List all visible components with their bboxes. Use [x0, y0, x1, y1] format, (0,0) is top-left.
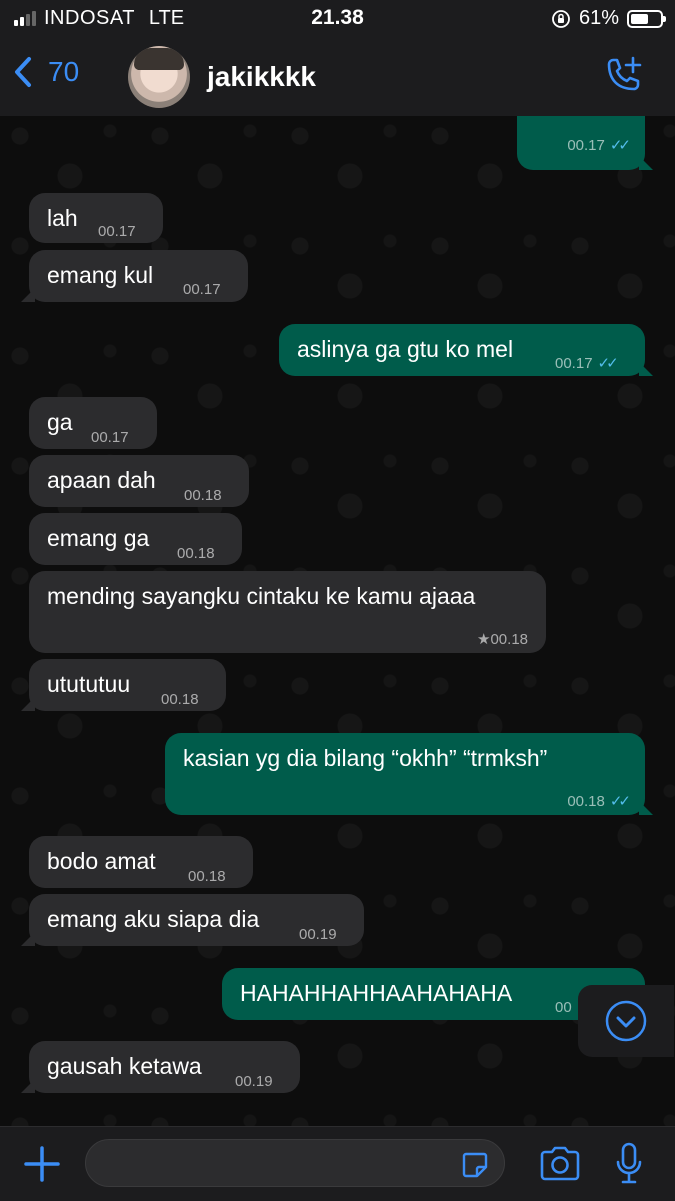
message-bubble-incoming[interactable]: mending sayangku cintaku ke kamu ajaaa ★… [29, 571, 546, 653]
message-text: bodo amat [47, 848, 156, 874]
message-time: 00 [555, 999, 572, 1016]
message-time: 00.17 ✓✓ [555, 355, 619, 372]
message-text: emang kul [47, 262, 154, 288]
message-text: utututuu [47, 671, 131, 697]
battery-percent: 61% [578, 7, 619, 29]
message-time: 00.18 [177, 545, 215, 562]
scroll-down-icon [605, 1000, 647, 1042]
message-text: aslinya ga gtu ko mel [297, 336, 514, 362]
message-bubble-incoming[interactable]: emang ga 00.18 [29, 513, 242, 565]
unread-count: 70 [48, 56, 80, 87]
message-time: 00.17 ✓✓ [567, 137, 631, 154]
message-bubble-incoming[interactable]: emang aku siapa dia 00.19 [21, 894, 364, 946]
message-bubble-incoming[interactable]: ga 00.17 [29, 397, 157, 449]
message-text: kasian yg dia bilang “okhh” “trmksh” [183, 745, 548, 771]
message-bubble-incoming[interactable]: gausah ketawa 00.19 [21, 1041, 300, 1093]
battery-icon [627, 9, 666, 28]
sticker-icon[interactable] [460, 1150, 490, 1180]
microphone-icon[interactable] [614, 1141, 644, 1187]
input-bar [0, 1126, 675, 1201]
add-call-icon[interactable] [601, 54, 645, 98]
message-time: 00.18 [184, 487, 222, 504]
read-ticks-icon: ✓✓ [609, 793, 631, 810]
message-bubble-incoming[interactable]: apaan dah 00.18 [29, 455, 249, 507]
message-text: emang aku siapa dia [47, 906, 260, 932]
message-time: 00.17 [91, 429, 129, 446]
message-text: lah [47, 205, 78, 231]
back-button[interactable]: 70 [14, 56, 79, 88]
status-bar: INDOSAT LTE 21.38 61% [0, 0, 675, 38]
message-time: 00.18 [161, 691, 199, 708]
message-time: 00.18 [188, 868, 226, 885]
message-text: apaan dah [47, 467, 156, 493]
contact-name[interactable]: jakikkkk [207, 61, 316, 93]
plus-icon[interactable] [22, 1144, 62, 1184]
message-time: 00.17 [183, 281, 221, 298]
message-bubble-outgoing[interactable]: aslinya ga gtu ko mel 00.17 ✓✓ [279, 324, 653, 376]
avatar[interactable] [128, 46, 190, 108]
message-bubble-outgoing[interactable]: 00.17 ✓✓ [517, 116, 653, 170]
message-text: emang ga [47, 525, 150, 551]
message-bubble-incoming[interactable]: emang kul 00.17 [21, 250, 248, 302]
message-bubble-incoming[interactable]: bodo amat 00.18 [29, 836, 253, 888]
read-ticks-icon: ✓✓ [609, 137, 631, 154]
message-time: 00.19 [235, 1073, 273, 1090]
message-text: gausah ketawa [47, 1053, 202, 1079]
message-bubble-incoming[interactable]: utututuu 00.18 [21, 659, 226, 711]
message-bubble-outgoing[interactable]: kasian yg dia bilang “okhh” “trmksh” 00.… [165, 733, 653, 815]
message-time: ★00.18 [477, 631, 528, 648]
message-input-field[interactable] [85, 1139, 505, 1187]
status-right: 61% [551, 7, 666, 30]
message-text: HAHAHHAHHAAHAHAHA [240, 980, 513, 1006]
chat-header: 70 jakikkkk [0, 38, 675, 117]
message-time: 00.17 [98, 223, 136, 240]
scroll-down-button[interactable] [578, 985, 674, 1057]
orientation-lock-icon [552, 9, 570, 28]
message-input[interactable] [102, 1148, 446, 1180]
message-time: 00.18 ✓✓ [567, 793, 631, 810]
message-text: mending sayangku cintaku ke kamu ajaaa [47, 583, 476, 609]
message-time: 00.19 [299, 926, 337, 943]
chevron-left-icon [15, 57, 31, 87]
read-ticks-icon: ✓✓ [597, 355, 619, 372]
camera-icon[interactable] [538, 1145, 582, 1183]
message-text: ga [47, 409, 73, 435]
message-bubble-incoming[interactable]: lah 00.17 [29, 193, 163, 243]
chat-area[interactable]: 00.17 ✓✓ lah 00.17 emang kul 00.17 asliny… [0, 116, 675, 1126]
